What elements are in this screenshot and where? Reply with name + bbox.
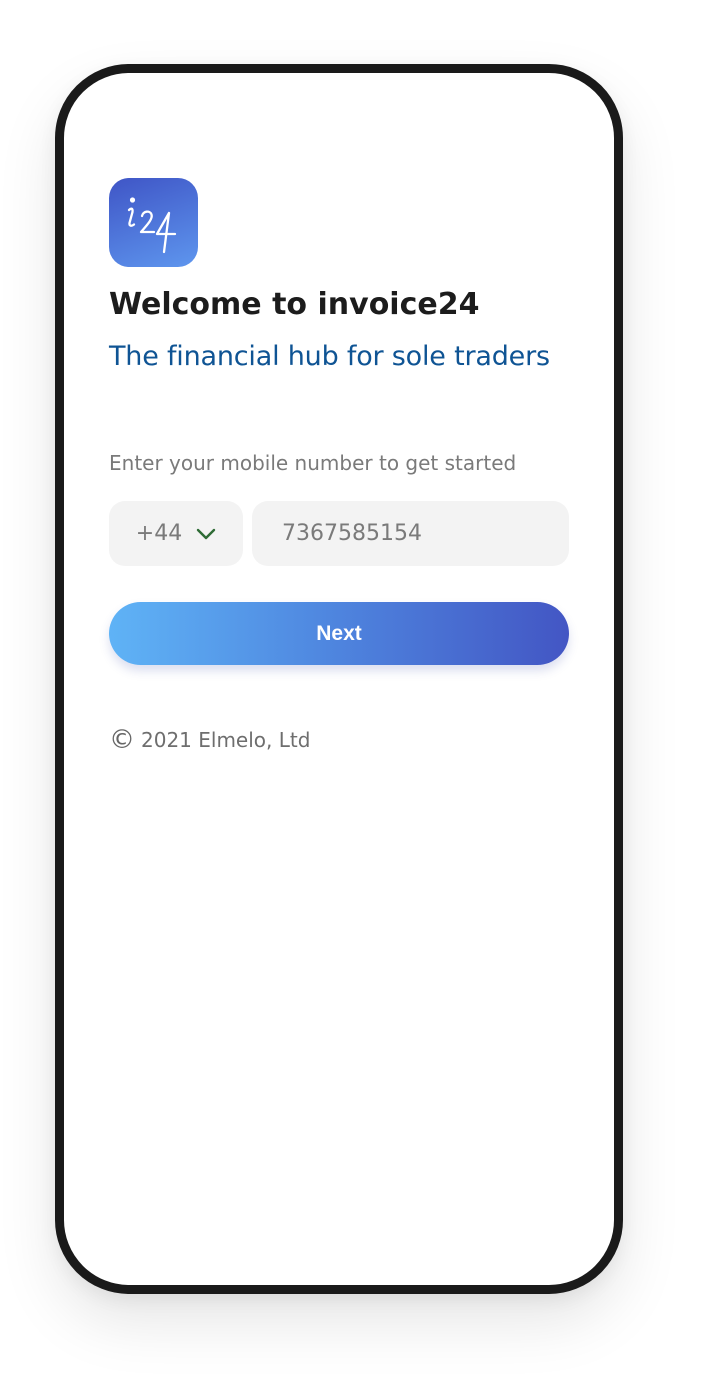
copyright-icon: © [109, 725, 135, 755]
screen: Welcome to invoice24 The financial hub f… [64, 73, 614, 1285]
next-button[interactable]: Next [109, 602, 569, 665]
mobile-number-prompt: Enter your mobile number to get started [109, 451, 517, 475]
i24-logo-mark [127, 197, 177, 254]
copyright-text: 2021 Elmelo, Ltd [141, 728, 311, 752]
phone-frame: Welcome to invoice24 The financial hub f… [55, 64, 623, 1294]
country-code-value: +44 [135, 521, 183, 546]
country-code-select[interactable]: +44 [109, 501, 243, 566]
welcome-subtitle: The financial hub for sole traders [109, 341, 550, 372]
i24-app-logo-icon [109, 178, 198, 267]
chevron-down-icon [197, 528, 216, 539]
welcome-title: Welcome to invoice24 [109, 287, 480, 322]
mobile-number-input[interactable] [252, 501, 569, 566]
copyright-footer: © 2021 Elmelo, Ltd [109, 727, 310, 753]
